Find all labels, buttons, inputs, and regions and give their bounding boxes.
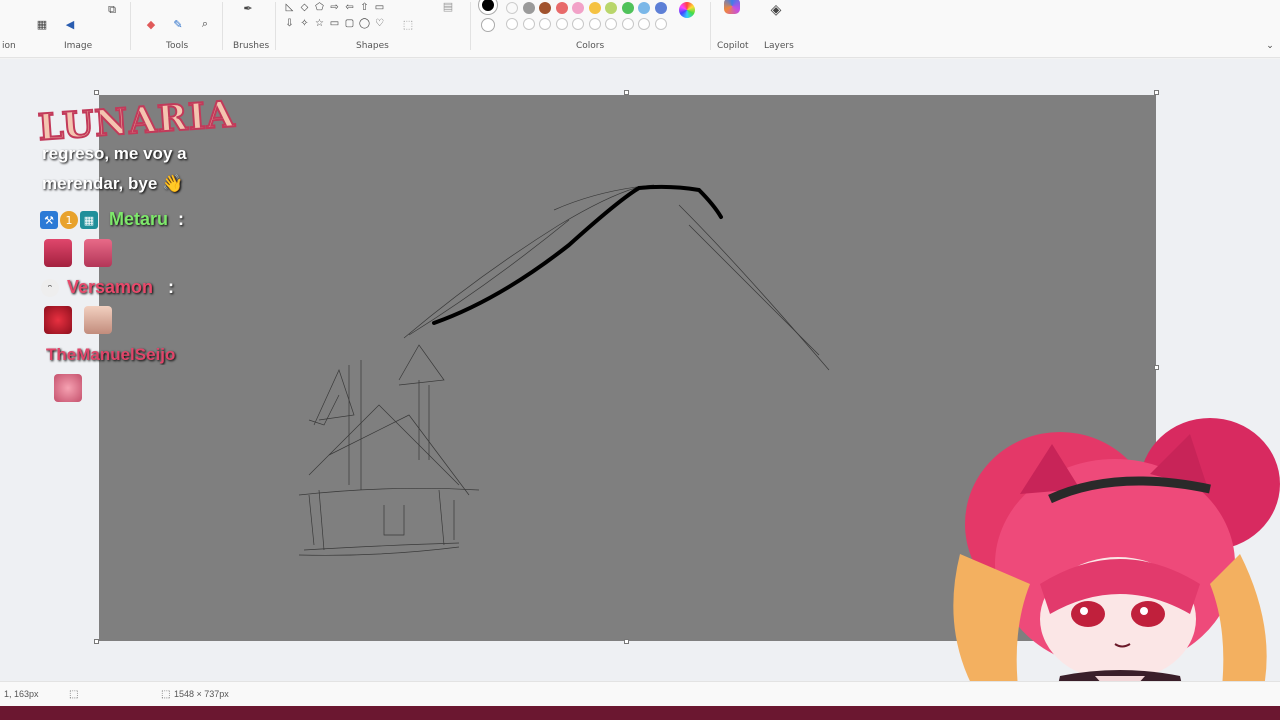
chat-username: TheManuelSeijo [46,345,176,364]
chat-username-separator: : [178,209,184,229]
chat-emote [54,374,82,402]
empty-color-swatch[interactable] [555,18,568,30]
empty-color-swatch[interactable] [605,18,617,30]
more-shapes-icon[interactable]: ▭ [372,1,387,15]
colors-group-label: Colors [576,41,605,51]
ribbon-divider [470,2,471,50]
chat-emote [44,306,72,334]
taskbar-strip [0,706,1280,720]
color-swatch[interactable] [588,2,601,14]
empty-color-swatch[interactable] [621,18,634,30]
image-group-partial-label: ion [2,41,16,51]
chat-emote [84,239,112,267]
empty-color-swatch[interactable] [539,18,551,30]
star4-shape-icon[interactable]: ✧ [297,17,312,31]
arrow-down-shape-icon[interactable]: ⇩ [282,17,297,31]
diamond-shape-icon[interactable]: ◇ [297,1,312,15]
copilot-group-label: Copilot [717,41,749,51]
chat-username: Metaru [109,209,169,229]
empty-color-swatch[interactable] [522,18,535,30]
color-picker-icon[interactable]: ✎ [170,16,186,32]
crop-icon[interactable]: ⧉ [104,2,120,18]
color-swatch[interactable] [638,2,650,14]
heart-shape-icon[interactable]: ♡ [372,17,387,31]
brushes-group-label: Brushes [233,41,270,51]
ink-stroke [432,184,723,325]
cat-badge-icon: ᵔ [41,279,59,297]
line-shape-icon[interactable]: ◺ [282,1,297,15]
magnifier-icon[interactable]: ⌕ [197,16,213,32]
shape-fill-icon[interactable]: ▤ [440,0,456,13]
vtuber-avatar [953,418,1280,720]
chat-emote [44,239,72,267]
color-palette[interactable] [506,2,671,30]
ribbon-divider [710,2,711,50]
select-icon[interactable]: ◀ [62,16,78,32]
arrow-up-shape-icon[interactable]: ⇧ [357,1,372,15]
canvas-size: 1548 × 737px [174,689,229,699]
tier-badge-icon: 1 [60,211,78,229]
tools-group-label: Tools [166,41,189,51]
status-bar: 1, 163px ⬚ ⬚ 1548 × 737px [0,681,1280,706]
empty-color-swatch[interactable] [654,18,667,30]
ribbon-divider [222,2,223,50]
shapes-gallery[interactable]: ◺ ◇ ⬠ ⇨ ⇦ ⇧ ▭ ⇩ ✧ ☆ ▭ ▢ ◯ ♡ [282,1,388,31]
selection-size-icon: ⬚ [69,689,79,700]
star5-shape-icon[interactable]: ☆ [312,17,327,31]
chat-emote [84,306,112,334]
color-swatch[interactable] [555,2,568,14]
eraser-icon[interactable]: ◆ [143,16,159,32]
empty-color-swatch[interactable] [638,18,650,30]
select-grid-icon[interactable]: ▦ [34,16,50,32]
user-badges: ⚒ 1 ▦ [40,211,98,229]
layers-icon[interactable]: ◈ [767,1,785,19]
chat-message-line: regreso, me voy a [42,144,187,163]
color-swatch[interactable] [654,2,667,14]
color-swatch[interactable] [539,2,551,14]
game-badge-icon: ▦ [80,211,98,229]
shapes-group-label: Shapes [356,41,389,51]
chevron-down-icon[interactable]: ⌄ [1264,40,1276,52]
chat-username: Versamon [67,277,154,297]
color-swatch[interactable] [522,2,535,14]
cursor-position: 1, 163px [4,689,39,699]
empty-color-swatch[interactable] [572,18,584,30]
ribbon-divider [130,2,131,50]
callout-round-shape-icon[interactable]: ▢ [342,17,357,31]
ribbon-toolbar: ion ▦ ◀ ⧉ Image ◆ ✎ ⌕ Tools ✒ Brushes ◺ … [0,0,1280,58]
pentagon-shape-icon[interactable]: ⬠ [312,1,327,15]
color-swatch[interactable] [605,2,617,14]
empty-color-swatch[interactable] [506,18,518,30]
primary-color-swatch[interactable] [479,0,497,14]
arrow-left-shape-icon[interactable]: ⇦ [342,1,357,15]
color-swatch[interactable] [572,2,584,14]
color-swatch[interactable] [621,2,634,14]
callout-cloud-shape-icon[interactable]: ◯ [357,17,372,31]
secondary-color-swatch[interactable] [481,18,495,32]
copilot-icon[interactable] [724,0,740,14]
chat-message-line: merendar, bye 👋 [42,174,184,193]
layers-group-label: Layers [764,41,794,51]
empty-color-swatch[interactable] [588,18,601,30]
chat-username-separator: : [168,277,174,297]
image-group-label: Image [64,41,93,51]
arrow-right-shape-icon[interactable]: ⇨ [327,1,342,15]
edit-colors-icon[interactable] [679,2,695,18]
ribbon-divider [275,2,276,50]
callout-rect-shape-icon[interactable]: ▭ [327,17,342,31]
canvas-size-icon: ⬚ [161,689,171,700]
color-swatch[interactable] [506,2,518,14]
shape-outline-icon[interactable]: ⬚ [400,16,416,32]
brush-icon[interactable]: ✒ [240,0,256,16]
tool-badge-icon: ⚒ [40,211,58,229]
